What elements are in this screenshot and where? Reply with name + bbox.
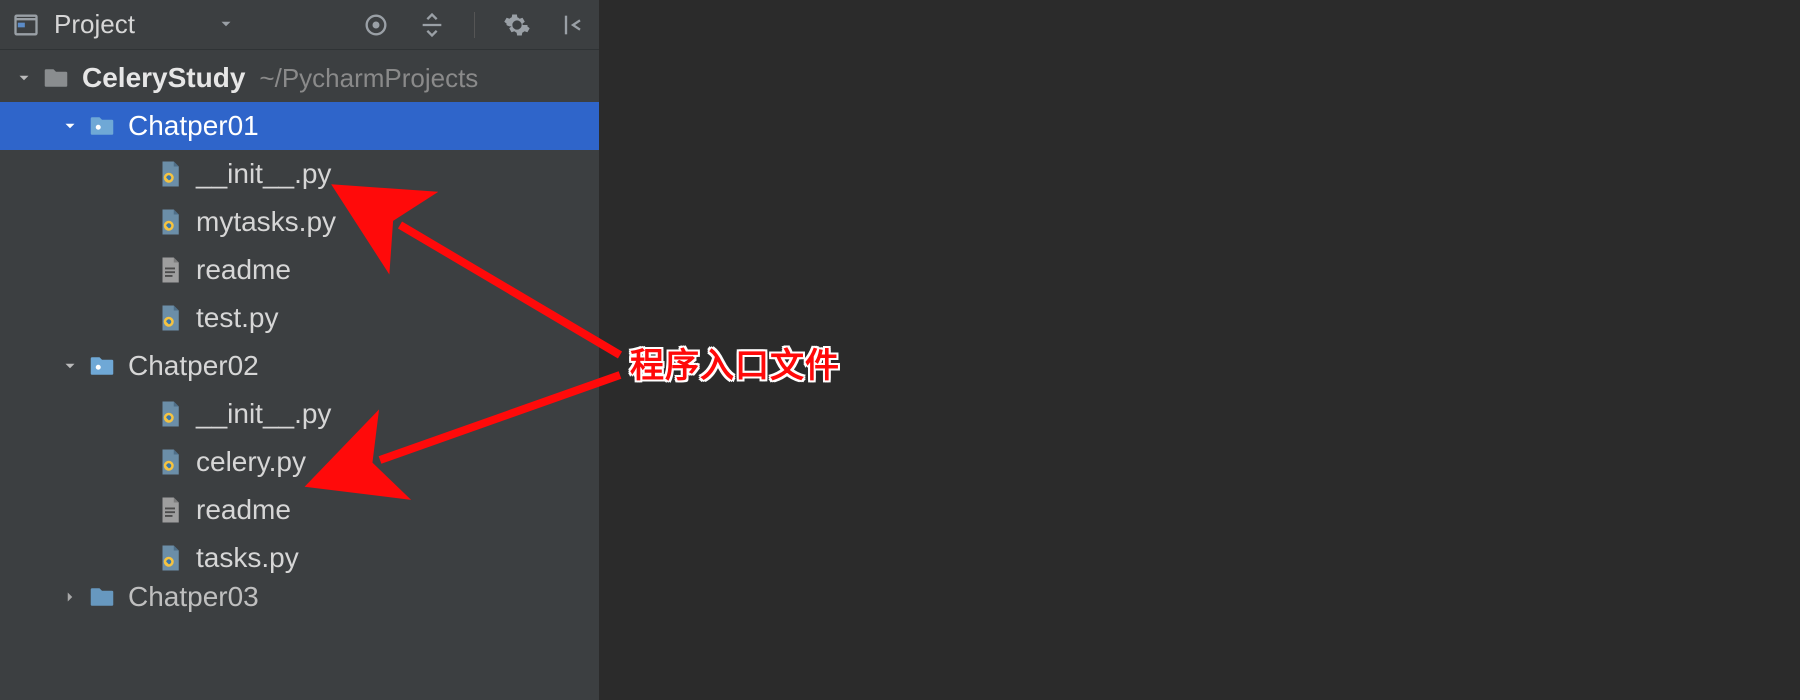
tree-node-chapter03[interactable]: Chatper03	[0, 582, 599, 612]
python-package-icon	[84, 351, 120, 381]
tree-file-readme-ch01[interactable]: readme	[0, 246, 599, 294]
project-tree[interactable]: CeleryStudy ~/PycharmProjects Chatper01 …	[0, 50, 599, 700]
tree-file-init-ch02[interactable]: __init__.py	[0, 390, 599, 438]
tree-file-label: test.py	[196, 302, 278, 334]
annotation-label: 程序入口文件	[630, 338, 840, 387]
tree-file-label: celery.py	[196, 446, 306, 478]
toolbar-separator	[474, 12, 475, 38]
tree-node-chapter01[interactable]: Chatper01	[0, 102, 599, 150]
project-root-path: ~/PycharmProjects	[259, 63, 478, 94]
tree-file-celery[interactable]: celery.py	[0, 438, 599, 486]
project-toolbar: Project	[0, 0, 599, 50]
expand-arrow-icon[interactable]	[56, 588, 84, 606]
tree-node-label: Chatper01	[128, 110, 259, 142]
tree-file-label: mytasks.py	[196, 206, 336, 238]
tree-file-label: __init__.py	[196, 398, 331, 430]
tree-file-label: readme	[196, 494, 291, 526]
tree-file-label: readme	[196, 254, 291, 286]
tree-file-label: tasks.py	[196, 542, 299, 574]
expand-arrow-icon[interactable]	[56, 117, 84, 135]
python-file-icon	[152, 543, 188, 573]
folder-icon	[38, 63, 74, 93]
text-file-icon	[152, 495, 188, 525]
project-sidebar: Project	[0, 0, 600, 700]
project-view-icon[interactable]	[12, 11, 40, 39]
tree-node-project-root[interactable]: CeleryStudy ~/PycharmProjects	[0, 54, 599, 102]
python-package-icon	[84, 111, 120, 141]
python-file-icon	[152, 447, 188, 477]
tree-file-readme-ch02[interactable]: readme	[0, 486, 599, 534]
settings-icon[interactable]	[503, 11, 531, 39]
python-file-icon	[152, 303, 188, 333]
tree-file-tasks[interactable]: tasks.py	[0, 534, 599, 582]
tree-file-init-ch01[interactable]: __init__.py	[0, 150, 599, 198]
python-file-icon	[152, 207, 188, 237]
project-root-label: CeleryStudy	[82, 62, 245, 94]
text-file-icon	[152, 255, 188, 285]
hide-icon[interactable]	[559, 11, 587, 39]
project-view-dropdown-icon[interactable]	[217, 9, 235, 40]
scroll-from-source-icon[interactable]	[362, 11, 390, 39]
tree-node-label: Chatper03	[128, 582, 259, 612]
tree-node-chapter02[interactable]: Chatper02	[0, 342, 599, 390]
collapse-all-icon[interactable]	[418, 11, 446, 39]
expand-arrow-icon[interactable]	[10, 69, 38, 87]
python-package-icon	[84, 582, 120, 612]
tree-file-label: __init__.py	[196, 158, 331, 190]
expand-arrow-icon[interactable]	[56, 357, 84, 375]
project-toolbar-title[interactable]: Project	[54, 9, 135, 40]
python-file-icon	[152, 159, 188, 189]
tree-file-mytasks[interactable]: mytasks.py	[0, 198, 599, 246]
tree-file-test[interactable]: test.py	[0, 294, 599, 342]
tree-node-label: Chatper02	[128, 350, 259, 382]
python-file-icon	[152, 399, 188, 429]
